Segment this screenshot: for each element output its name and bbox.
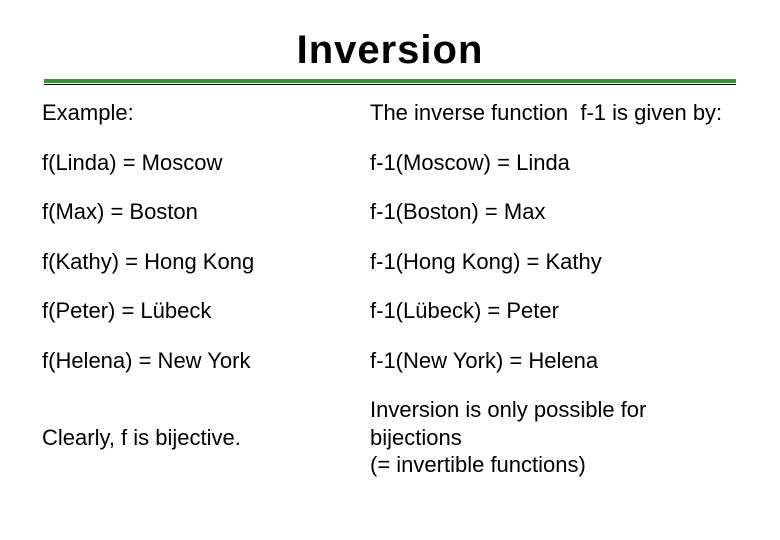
slide: Inversion Example: The inverse function … xyxy=(0,0,780,540)
f-max: f(Max) = Boston xyxy=(42,198,342,226)
page-title: Inversion xyxy=(42,28,738,79)
finv-moscow: f-1(Moscow) = Linda xyxy=(370,149,738,177)
finv-newyork: f-1(New York) = Helena xyxy=(370,347,738,375)
finv-lubeck: f-1(Lübeck) = Peter xyxy=(370,297,738,325)
right-header: The inverse function f-1 is given by: xyxy=(370,99,738,127)
accent-underline xyxy=(44,79,736,83)
title-block: Inversion xyxy=(42,28,738,85)
thin-underline xyxy=(44,84,736,85)
finv-hongkong: f-1(Hong Kong) = Kathy xyxy=(370,248,738,276)
inversion-note: Inversion is only possible for bijection… xyxy=(370,396,738,479)
f-linda: f(Linda) = Moscow xyxy=(42,149,342,177)
content-grid: Example: The inverse function f-1 is giv… xyxy=(42,99,738,479)
f-helena: f(Helena) = New York xyxy=(42,347,342,375)
bijective-note: Clearly, f is bijective. xyxy=(42,396,342,479)
finv-boston: f-1(Boston) = Max xyxy=(370,198,738,226)
left-header: Example: xyxy=(42,99,342,127)
f-kathy: f(Kathy) = Hong Kong xyxy=(42,248,342,276)
f-peter: f(Peter) = Lübeck xyxy=(42,297,342,325)
